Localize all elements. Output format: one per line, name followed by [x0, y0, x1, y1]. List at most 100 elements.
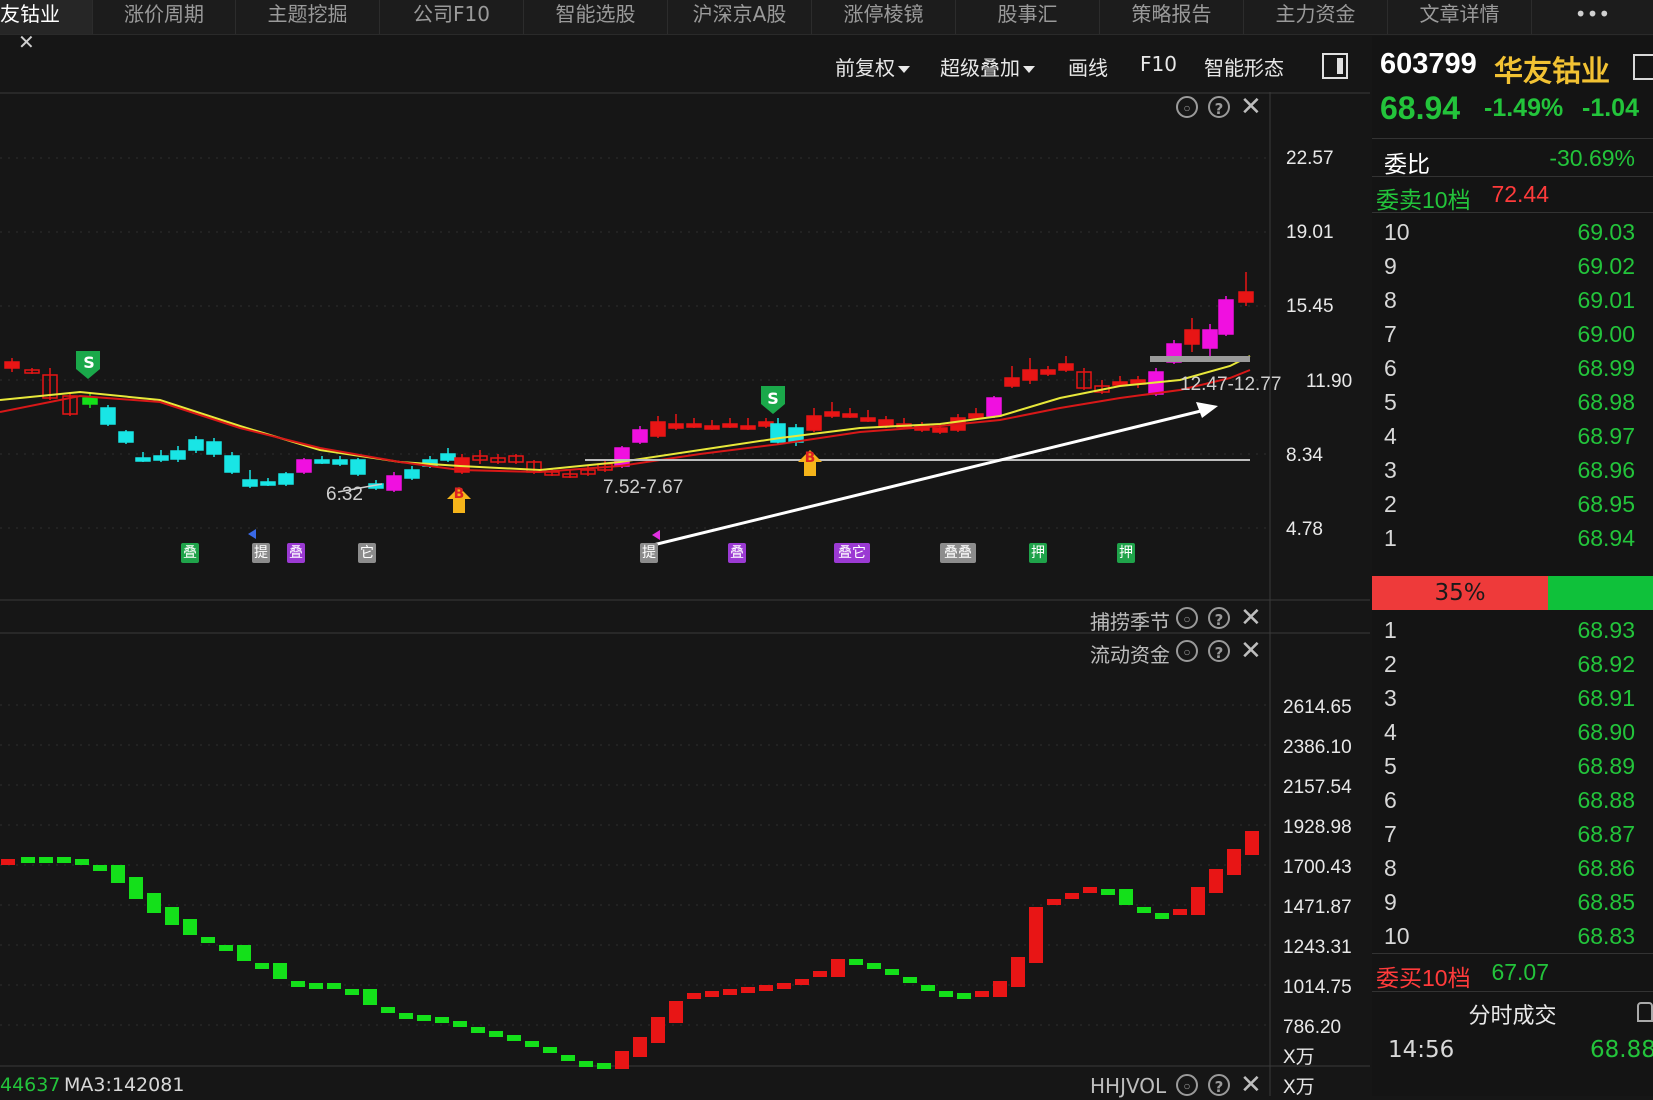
- candle-body: [332, 459, 348, 465]
- candle-body: [100, 407, 116, 425]
- divider: [1372, 138, 1653, 139]
- help-icon[interactable]: ?: [1208, 96, 1230, 118]
- ask-row[interactable]: 3 68.96: [1372, 454, 1653, 488]
- event-tag[interactable]: 叠它: [834, 543, 870, 563]
- tab-smart-picker[interactable]: 智能选股: [524, 0, 668, 34]
- chevron-down-icon: [1023, 66, 1035, 73]
- tab-stock[interactable]: 友钴业✕: [0, 0, 93, 54]
- bid-row[interactable]: 5 68.89: [1372, 750, 1653, 784]
- bid-level: 5: [1384, 753, 1397, 779]
- flow-bar: [57, 857, 71, 863]
- ask-row[interactable]: 5 68.98: [1372, 386, 1653, 420]
- event-tag[interactable]: 叠: [728, 543, 746, 563]
- settings-icon[interactable]: ◦: [1176, 96, 1198, 118]
- settings-icon[interactable]: ◦: [1176, 640, 1198, 662]
- ask-row[interactable]: 7 69.00: [1372, 318, 1653, 352]
- ask-row[interactable]: 1 68.94: [1372, 522, 1653, 556]
- stock-box-icon[interactable]: [1633, 54, 1653, 80]
- tab-company-f10[interactable]: 公司F10: [380, 0, 524, 34]
- bid-price: 68.88: [1577, 787, 1635, 813]
- lock-icon[interactable]: [1637, 1002, 1653, 1022]
- bid-row[interactable]: 2 68.92: [1372, 648, 1653, 682]
- flow-bar: [345, 989, 359, 995]
- event-tag[interactable]: 押: [1117, 543, 1135, 563]
- bid-row[interactable]: 6 68.88: [1372, 784, 1653, 818]
- chart-area[interactable]: [0, 92, 1370, 1096]
- close-icon[interactable]: ✕: [1240, 94, 1262, 120]
- bid-row[interactable]: 4 68.90: [1372, 716, 1653, 750]
- ask-row[interactable]: 2 68.95: [1372, 488, 1653, 522]
- flow-axis-label: 1243.31: [1283, 937, 1352, 958]
- flow-bar: [75, 859, 89, 865]
- tab-main-funds[interactable]: 主力资金: [1244, 0, 1388, 34]
- low-price-label: 6.32: [326, 484, 363, 505]
- flow-bar: [435, 1017, 449, 1023]
- close-icon[interactable]: ✕: [1240, 1072, 1262, 1098]
- bid-row[interactable]: 3 68.91: [1372, 682, 1653, 716]
- flow-bar: [363, 989, 377, 1005]
- bid-row[interactable]: 10 68.83: [1372, 920, 1653, 954]
- ask-level: 9: [1384, 253, 1397, 279]
- ask-row[interactable]: 9 69.02: [1372, 250, 1653, 284]
- candle-body: [986, 397, 1002, 417]
- candle-body: [188, 439, 204, 451]
- flow-bar: [957, 993, 971, 999]
- tab-price-cycle[interactable]: 涨价周期: [93, 0, 236, 34]
- tab-stock-talk[interactable]: 股事汇: [956, 0, 1100, 34]
- ask-row[interactable]: 6 68.99: [1372, 352, 1653, 386]
- event-tag[interactable]: 叠叠: [940, 543, 976, 563]
- ask-row[interactable]: 4 68.97: [1372, 420, 1653, 454]
- f10-button[interactable]: F10: [1140, 52, 1177, 76]
- trades-title[interactable]: 分时成交: [1372, 998, 1653, 1030]
- price-axis-label: 19.01: [1286, 222, 1334, 243]
- event-tag[interactable]: 叠: [181, 543, 199, 563]
- overlay-dropdown[interactable]: 超级叠加: [940, 52, 1035, 81]
- bid-level: 8: [1384, 855, 1397, 881]
- tab-article[interactable]: 文章详情: [1388, 0, 1532, 34]
- settings-icon[interactable]: ◦: [1176, 1074, 1198, 1096]
- event-tag[interactable]: 它: [358, 543, 376, 563]
- weibi-row: 委比 -30.69%: [1372, 142, 1653, 177]
- ask-row[interactable]: 8 69.01: [1372, 284, 1653, 318]
- more-icon[interactable]: •••: [1532, 0, 1653, 34]
- candle-body: [135, 457, 151, 462]
- event-tag[interactable]: 押: [1029, 543, 1047, 563]
- candle-body: [1238, 291, 1254, 303]
- help-icon[interactable]: ?: [1208, 640, 1230, 662]
- bid-row[interactable]: 1 68.93: [1372, 614, 1653, 648]
- flow-bar: [849, 959, 863, 965]
- flow-bar: [1011, 957, 1025, 987]
- candle-body: [404, 469, 420, 479]
- tab-limit-up[interactable]: 涨停棱镜: [812, 0, 956, 34]
- flow-bar: [561, 1055, 575, 1061]
- help-icon[interactable]: ?: [1208, 607, 1230, 629]
- pattern-button[interactable]: 智能形态: [1204, 52, 1284, 81]
- bid-row[interactable]: 9 68.85: [1372, 886, 1653, 920]
- tab-a-shares[interactable]: 沪深京A股: [668, 0, 812, 34]
- event-tag[interactable]: 提: [252, 543, 270, 563]
- settings-icon[interactable]: ◦: [1176, 607, 1198, 629]
- panel-toggle-icon[interactable]: [1322, 53, 1348, 79]
- flow-bar: [903, 977, 917, 983]
- ask-row[interactable]: 10 69.03: [1372, 216, 1653, 250]
- fuquan-dropdown[interactable]: 前复权: [835, 52, 910, 81]
- flow-bar: [867, 963, 881, 969]
- candle-body: [386, 475, 402, 491]
- resistance-range-label: 12.47-12.77: [1180, 374, 1282, 395]
- close-icon[interactable]: ✕: [1240, 605, 1262, 631]
- event-tag[interactable]: 叠: [287, 543, 305, 563]
- draw-line-button[interactable]: 画线: [1068, 52, 1108, 81]
- flow-bar: [1209, 869, 1223, 893]
- buy-header-row[interactable]: 委买10档 67.07: [1372, 956, 1653, 991]
- bid-row[interactable]: 8 68.86: [1372, 852, 1653, 886]
- help-icon[interactable]: ?: [1208, 1074, 1230, 1096]
- sell-header-row[interactable]: 委卖10档 72.44: [1372, 178, 1653, 213]
- ask-level: 3: [1384, 457, 1397, 483]
- tab-theme-mining[interactable]: 主题挖掘: [236, 0, 380, 34]
- candle-body: [1184, 329, 1200, 345]
- event-tag[interactable]: 提: [640, 543, 658, 563]
- ask-price: 69.00: [1577, 321, 1635, 347]
- tab-strategy-report[interactable]: 策略报告: [1100, 0, 1244, 34]
- close-icon[interactable]: ✕: [1240, 638, 1262, 664]
- bid-row[interactable]: 7 68.87: [1372, 818, 1653, 852]
